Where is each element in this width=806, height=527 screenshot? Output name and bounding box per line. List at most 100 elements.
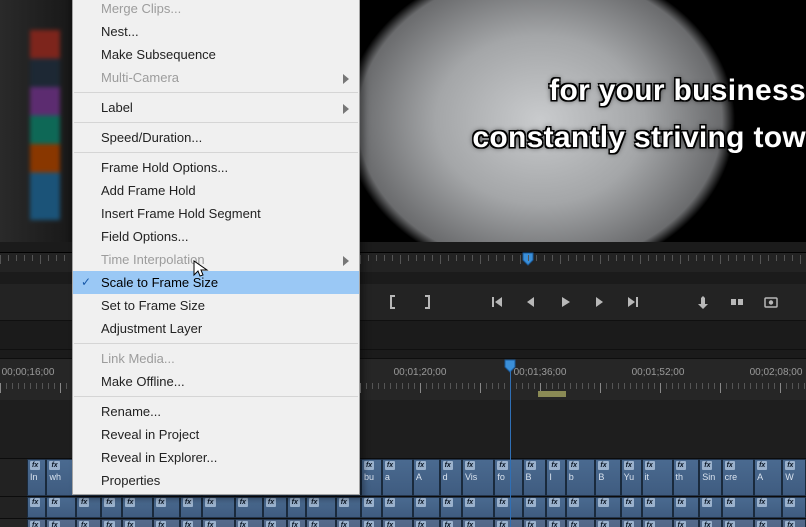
menu-item-make-offline[interactable]: Make Offline... [73,370,359,393]
clip[interactable]: fx [595,519,620,527]
clip[interactable]: fx [287,497,306,518]
clip[interactable]: fx [153,519,180,527]
clip[interactable]: fx [382,497,413,518]
clip[interactable]: fx [180,497,202,518]
clip[interactable]: fx [153,497,180,518]
clip[interactable]: fx [494,497,522,518]
clip[interactable]: fx [621,497,642,518]
clip[interactable]: fx [382,519,413,527]
export-frame-button[interactable] [754,284,788,320]
menu-item-set-to-frame-size[interactable]: Set to Frame Size [73,294,359,317]
clip[interactable]: fx [46,519,76,527]
clip[interactable]: fx [27,519,46,527]
clip[interactable]: fxb [566,459,596,496]
clip[interactable]: fxa [382,459,413,496]
clip[interactable]: fxSin [699,459,721,496]
clip[interactable]: fxit [642,459,673,496]
clip[interactable]: fx [523,497,547,518]
clip[interactable]: fx [336,497,361,518]
track-v1[interactable]: fxfxfxfxfxfxfxfxfxfxfxfxfxfxfxfxfxfxfxfx… [0,496,806,518]
menu-item-properties[interactable]: Properties [73,469,359,492]
play-button[interactable] [548,284,582,320]
clip[interactable]: fx [101,519,122,527]
clip[interactable]: fx [722,497,754,518]
clip[interactable]: fxB [523,459,547,496]
clip[interactable]: fx [180,519,202,527]
menu-item-label[interactable]: Label [73,96,359,119]
clip[interactable]: fxcre [722,459,754,496]
clip[interactable]: fx [782,497,806,518]
in-out-range[interactable] [538,391,566,397]
clip[interactable]: fx [699,519,721,527]
clip[interactable]: fx [673,497,700,518]
step-forward-button[interactable] [582,284,616,320]
clip[interactable]: fx [263,519,287,527]
extract-button[interactable] [720,284,754,320]
goto-in-button[interactable] [480,284,514,320]
menu-item-scale-to-frame-size[interactable]: ✓Scale to Frame Size [73,271,359,294]
clip[interactable]: fx [523,519,547,527]
clip[interactable]: fxVis [462,459,494,496]
timeline-playhead[interactable] [510,359,511,400]
clip[interactable]: fx [235,519,263,527]
clip[interactable]: fx [782,519,806,527]
menu-item-reveal-in-project[interactable]: Reveal in Project [73,423,359,446]
clip[interactable]: fx [462,497,494,518]
clip[interactable]: fxW [782,459,806,496]
menu-item-field-options[interactable]: Field Options... [73,225,359,248]
clip[interactable]: fx [101,497,122,518]
clip[interactable]: fx [46,497,76,518]
clip[interactable]: fx [202,519,234,527]
clip[interactable]: fx [235,497,263,518]
clip[interactable]: fx [122,519,153,527]
clip[interactable]: fx [546,497,565,518]
clip[interactable]: fx [546,519,565,527]
clip[interactable]: fxbu [361,459,382,496]
bracket-in-button[interactable] [376,284,410,320]
clip[interactable]: fx [287,519,306,527]
clip[interactable]: fx [413,497,440,518]
clip[interactable]: fx [754,519,782,527]
clip[interactable]: fx [413,519,440,527]
clip[interactable]: fx [76,497,101,518]
clip[interactable]: fx [336,519,361,527]
clip[interactable]: fx [440,497,462,518]
menu-item-make-subsequence[interactable]: Make Subsequence [73,43,359,66]
clip[interactable]: fx [263,497,287,518]
bracket-out-button[interactable] [410,284,444,320]
clip[interactable]: fx [76,519,101,527]
menu-item-frame-hold-options[interactable]: Frame Hold Options... [73,156,359,179]
clip[interactable]: fx [595,497,620,518]
clip[interactable]: fxB [595,459,620,496]
clip[interactable]: fxth [673,459,700,496]
clip[interactable]: fxA [413,459,440,496]
track-graphics[interactable]: fxfxfxfxfxfxfxfxfxfxfxfxfxfxfxfxfxfxfxfx… [0,518,806,527]
clip[interactable]: fxA [754,459,782,496]
clip[interactable]: fx [673,519,700,527]
clip[interactable]: fx [462,519,494,527]
clip[interactable]: fx [642,497,673,518]
menu-item-nest[interactable]: Nest... [73,20,359,43]
clip[interactable]: fx [642,519,673,527]
clip[interactable]: fx [621,519,642,527]
clip[interactable]: fxIn [27,459,46,496]
clip[interactable]: fx [306,519,336,527]
clip[interactable]: fx [494,519,522,527]
clip[interactable]: fx [202,497,234,518]
clip[interactable]: fx [754,497,782,518]
clip[interactable]: fxfo [494,459,522,496]
clip[interactable]: fx [699,497,721,518]
clip[interactable]: fx [566,497,596,518]
clip[interactable]: fxYu [621,459,642,496]
step-back-button[interactable] [514,284,548,320]
clip[interactable]: fx [306,497,336,518]
menu-item-speed-duration[interactable]: Speed/Duration... [73,126,359,149]
clip[interactable]: fxI [546,459,565,496]
clip[interactable]: fx [440,519,462,527]
lift-button[interactable] [686,284,720,320]
menu-item-add-frame-hold[interactable]: Add Frame Hold [73,179,359,202]
clip[interactable]: fx [27,497,46,518]
clip[interactable]: fx [566,519,596,527]
clip[interactable]: fx [361,519,382,527]
clip[interactable]: fx [361,497,382,518]
